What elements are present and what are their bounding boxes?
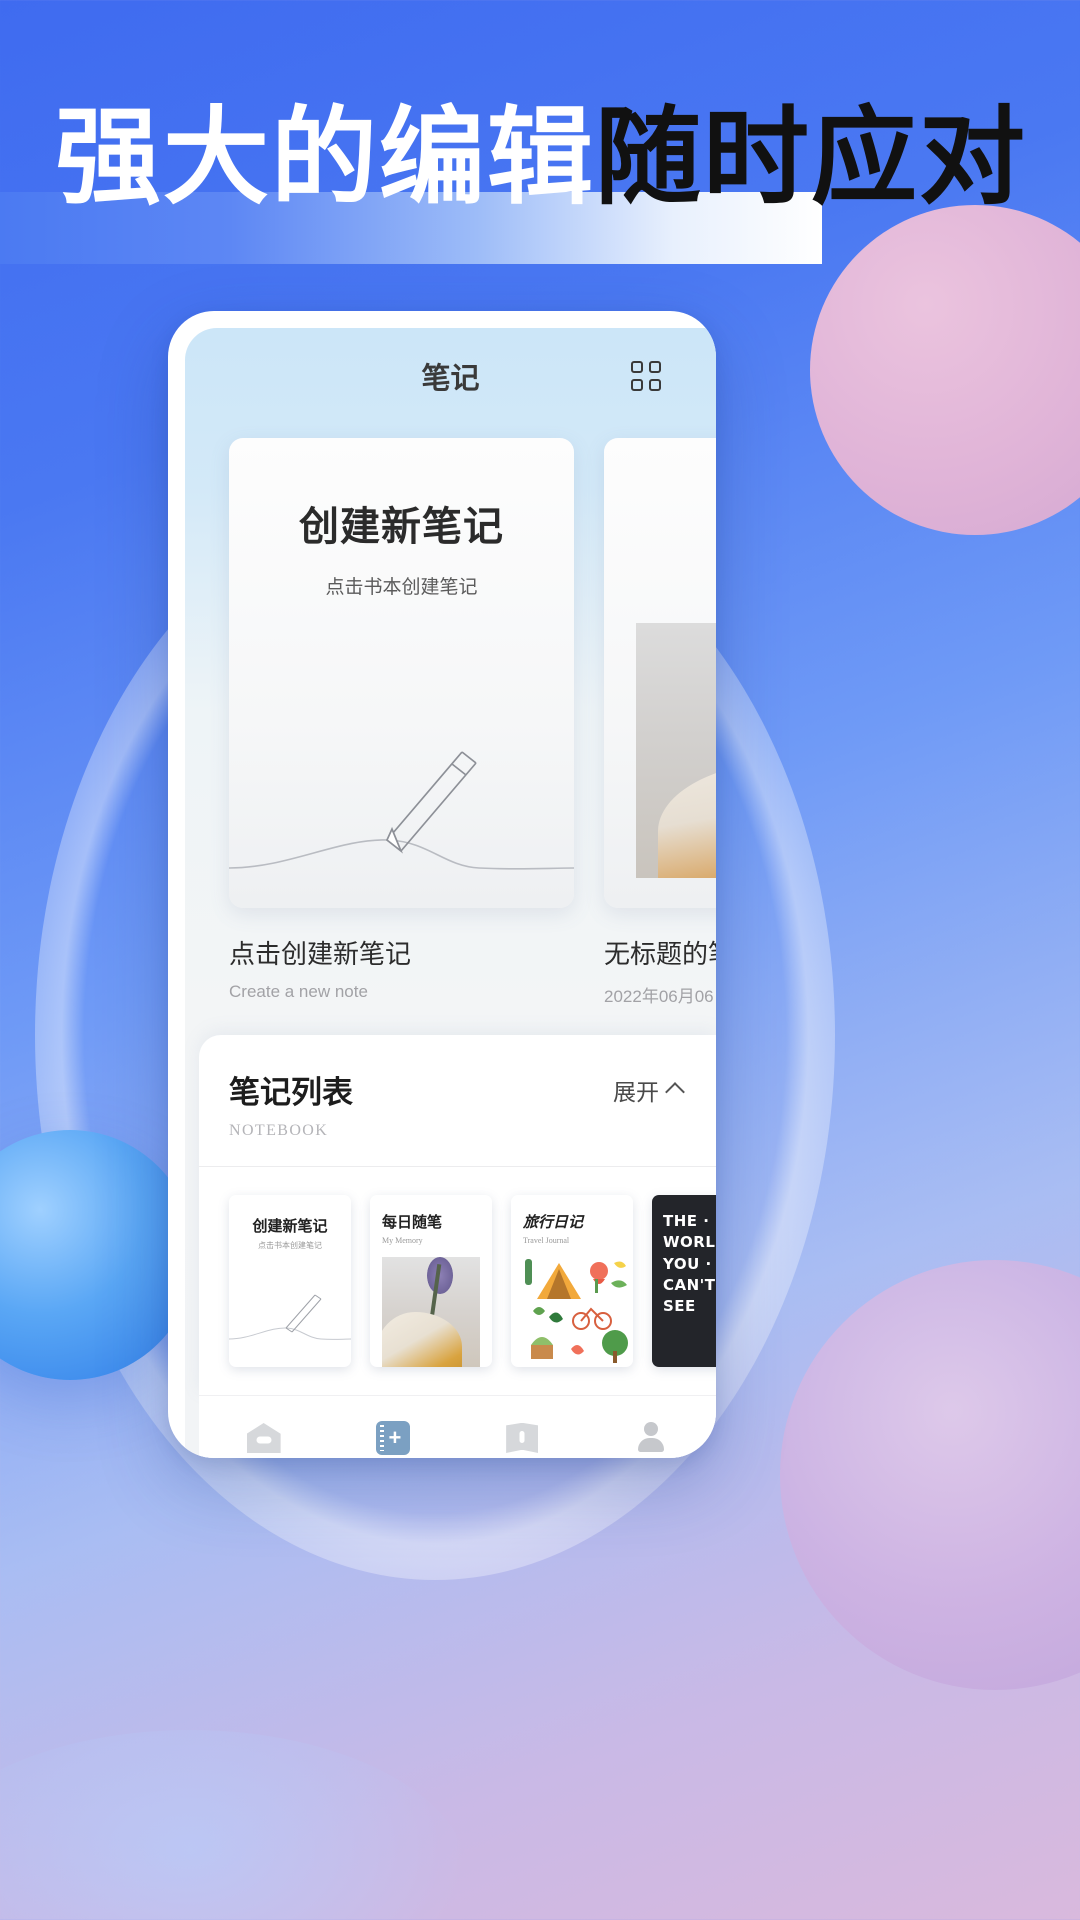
thumbnail-photo	[382, 1257, 480, 1367]
decor-blob-blue	[0, 1130, 195, 1380]
thumbnail-subtitle: My Memory	[382, 1236, 423, 1245]
page-title: 笔记	[421, 361, 480, 395]
note-card-captions: 点击创建新笔记 Create a new note 无标题的笔记 2022年06…	[185, 934, 716, 1007]
notebook-list-panel: 笔记列表 NOTEBOOK 展开 创建新笔记 点击书本创建笔记 每日随笔 My …	[199, 1035, 716, 1395]
note-card-subtitle: 点击书本创建笔记	[325, 576, 478, 598]
thumbnail-subtitle: Travel Journal	[523, 1236, 570, 1245]
thumbnail-title: 旅行日记	[523, 1213, 584, 1231]
caption-subtitle: 2022年06月06日	[604, 987, 716, 1006]
note-card-subtitle: My Memo	[604, 562, 716, 582]
note-card-mood[interactable]: 心情 My Memo Si	[604, 438, 716, 908]
caption-subtitle: Create a new note	[229, 982, 368, 1001]
note-card-title: 创建新笔记	[299, 503, 504, 550]
grid-view-icon[interactable]	[631, 361, 661, 391]
caption-title: 点击创建新笔记	[229, 940, 412, 970]
thumbnail-subtitle: 点击书本创建笔记	[258, 1241, 322, 1250]
phone-mockup: 笔记 创建新笔记 点击书本创建笔记 点击创建新笔记 Create a new n…	[168, 311, 716, 1458]
thumbnail-item[interactable]: 旅行日记 Travel Journal	[511, 1195, 633, 1367]
sticker-illustration	[519, 1257, 629, 1363]
person-icon	[635, 1422, 667, 1454]
note-card-title: 心情	[604, 494, 716, 552]
expand-button[interactable]: 展开	[613, 1073, 685, 1107]
thumbnail-item[interactable]: THE · WORLD · YOU · CAN'T · SEE	[652, 1195, 716, 1367]
note-card-carousel[interactable]: 创建新笔记 点击书本创建笔记	[185, 438, 716, 908]
caption-title: 无标题的笔记	[604, 940, 716, 970]
caption-block: 无标题的笔记 2022年06月06日	[604, 934, 716, 1007]
thumbnail-item[interactable]: 每日随笔 My Memory	[370, 1195, 492, 1367]
app-screen: 笔记 创建新笔记 点击书本创建笔记 点击创建新笔记 Create a new n…	[185, 328, 716, 1458]
thumbnail-item[interactable]: 创建新笔记 点击书本创建笔记	[229, 1195, 351, 1367]
nav-item-home[interactable]: 首页	[199, 1418, 328, 1458]
thumbnail-title: 每日随笔	[382, 1213, 443, 1231]
headline-black-text: 随时应对	[595, 96, 1027, 219]
nav-item-profile[interactable]: 我的	[587, 1418, 716, 1458]
pencil-illustration	[229, 718, 574, 908]
open-book-icon	[506, 1423, 539, 1453]
headline-white-text: 强大的编辑	[55, 96, 595, 219]
thumbnail-title: 创建新笔记	[252, 1217, 328, 1235]
notebook-list-title: 笔记列表	[229, 1075, 353, 1111]
caption-block: 点击创建新笔记 Create a new note	[229, 934, 574, 1007]
home-icon	[246, 1423, 281, 1453]
expand-label: 展开	[613, 1080, 659, 1106]
notebook-list-header: 笔记列表 NOTEBOOK 展开	[199, 1067, 716, 1140]
decor-glow	[0, 1730, 470, 1920]
nav-item-notes[interactable]: 笔记	[328, 1418, 457, 1458]
notebook-list-subtitle: NOTEBOOK	[229, 1122, 329, 1139]
notebook-plus-icon	[375, 1421, 410, 1455]
nav-item-study[interactable]: 学习	[458, 1418, 587, 1458]
pencil-icon	[229, 1293, 351, 1353]
app-header: 笔记	[185, 328, 716, 424]
note-card-photo: Si	[636, 623, 716, 878]
chevron-up-icon	[665, 1082, 685, 1102]
promo-headline: 强大的编辑随时应对	[0, 0, 1080, 290]
note-card-create[interactable]: 创建新笔记 点击书本创建笔记	[229, 438, 574, 908]
thumbnail-title: THE · WORLD · YOU · CAN'T · SEE	[663, 1212, 716, 1316]
notebook-thumbnail-row[interactable]: 创建新笔记 点击书本创建笔记 每日随笔 My Memory 旅行日记 Trave…	[199, 1167, 716, 1395]
bottom-nav: 首页 笔记 学习 我的	[199, 1395, 716, 1458]
decor-blob-purple	[780, 1260, 1080, 1690]
